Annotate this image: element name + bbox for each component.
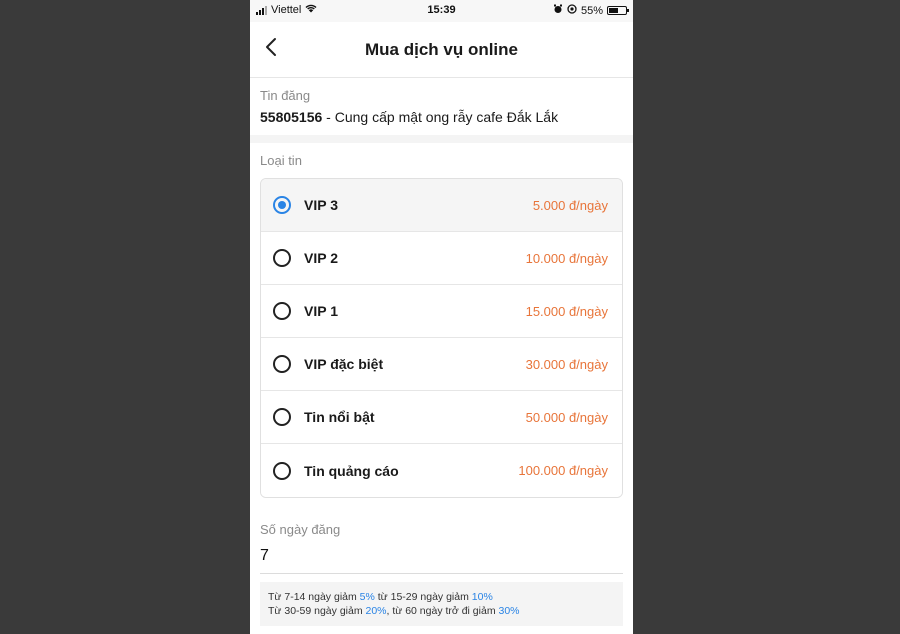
listing-section: Tin đăng 55805156 - Cung cấp mật ong rẫy… <box>250 78 633 135</box>
page-title: Mua dịch vụ online <box>364 40 518 59</box>
option-vip-1[interactable]: VIP 1 15.000 đ/ngày <box>261 285 622 338</box>
days-input[interactable]: 7 <box>260 547 623 574</box>
days-section: Số ngày đăng 7 <box>250 498 633 574</box>
battery-fill <box>609 8 618 13</box>
radio-icon[interactable] <box>273 408 291 426</box>
listing-label: Tin đăng <box>260 88 311 103</box>
option-name: Tin quảng cáo <box>304 462 399 479</box>
option-name: Tin nổi bật <box>304 409 375 425</box>
discount-text: , từ 60 ngày trở đi giảm <box>386 605 499 617</box>
option-name: VIP 2 <box>304 250 338 266</box>
discount-percent: 30% <box>498 605 520 617</box>
option-name: VIP 3 <box>304 197 338 213</box>
radio-icon[interactable] <box>273 355 291 373</box>
status-bar: Viettel 15:39 55% <box>250 0 633 22</box>
option-vip-3[interactable]: VIP 3 5.000 đ/ngày <box>261 179 622 232</box>
section-divider <box>250 135 633 143</box>
listing-value: 55805156 - Cung cấp mật ong rẫy cafe Đắk… <box>260 109 623 135</box>
discount-line-2: Từ 30-59 ngày giảm 20%, từ 60 ngày trở đ… <box>268 604 615 618</box>
type-section: Loại tin <box>250 143 633 168</box>
option-vip-2[interactable]: VIP 2 10.000 đ/ngày <box>261 232 622 285</box>
discount-percent: 20% <box>365 605 387 617</box>
option-price: 30.000 đ/ngày <box>525 356 608 372</box>
phone-screen: Viettel 15:39 55% Mua dịch vụ online Tin… <box>250 0 633 634</box>
discount-text: Từ 30-59 ngày giảm <box>268 605 366 617</box>
option-price: 10.000 đ/ngày <box>525 250 608 266</box>
option-name: VIP đặc biệt <box>304 356 384 372</box>
status-right: 55% <box>553 4 629 17</box>
listing-separator: - <box>322 109 335 125</box>
alarm-icon <box>553 4 563 17</box>
battery-icon <box>607 6 629 15</box>
type-label: Loại tin <box>260 153 302 168</box>
listing-id: 55805156 <box>260 109 323 125</box>
location-icon <box>567 4 577 17</box>
option-price: 50.000 đ/ngày <box>525 409 608 425</box>
radio-icon[interactable] <box>273 302 291 320</box>
discount-text: Từ 7-14 ngày giảm <box>268 591 360 603</box>
discount-percent: 10% <box>471 591 493 603</box>
option-featured[interactable]: Tin nổi bật 50.000 đ/ngày <box>261 391 622 444</box>
option-price: 5.000 đ/ngày <box>532 197 608 213</box>
nav-bar: Mua dịch vụ online <box>250 22 633 78</box>
days-label: Số ngày đăng <box>260 522 341 537</box>
option-name: VIP 1 <box>304 303 338 319</box>
radio-icon[interactable] <box>273 249 291 267</box>
option-price: 15.000 đ/ngày <box>525 303 608 319</box>
discount-line-1: Từ 7-14 ngày giảm 5% từ 15-29 ngày giảm … <box>268 590 615 604</box>
radio-selected-icon[interactable] <box>273 196 291 214</box>
battery-percent: 55% <box>580 4 603 17</box>
radio-icon[interactable] <box>273 461 291 480</box>
listing-text: Cung cấp mật ong rẫy cafe Đắk Lắk <box>334 109 559 125</box>
discount-note: Từ 7-14 ngày giảm 5% từ 15-29 ngày giảm … <box>260 582 623 626</box>
option-ad[interactable]: Tin quảng cáo 100.000 đ/ngày <box>261 444 622 497</box>
option-price: 100.000 đ/ngày <box>518 463 608 478</box>
discount-percent: 5% <box>359 591 375 603</box>
type-options: VIP 3 5.000 đ/ngày VIP 2 10.000 đ/ngày VIP… <box>260 178 623 498</box>
option-vip-special[interactable]: VIP đặc biệt 30.000 đ/ngày <box>261 338 622 391</box>
discount-text: từ 15-29 ngày giảm <box>374 591 472 603</box>
